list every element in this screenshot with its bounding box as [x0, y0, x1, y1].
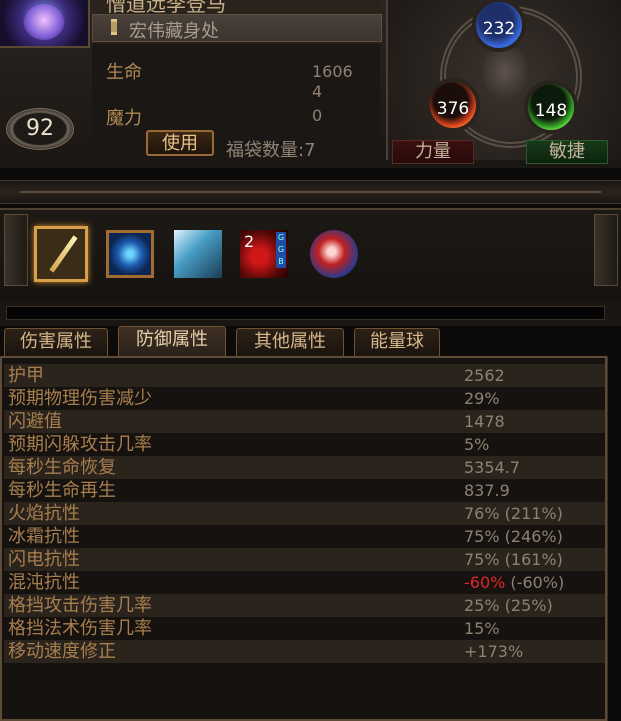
skill-slot-blood[interactable]: 2 G G B [240, 230, 288, 278]
dexterity-label: 敏捷 [526, 140, 608, 164]
tab-other-stats[interactable]: 其他属性 [236, 328, 344, 356]
table-row: 每秒生命恢复 5354.7 [4, 456, 605, 479]
stat-name: 每秒生命再生 [8, 480, 116, 501]
table-row: 闪避值 1478 [4, 410, 605, 433]
stat-name: 冰霜抗性 [8, 526, 80, 547]
table-row: 格挡攻击伤害几率 25% (25%) [4, 594, 605, 617]
negative-value: -60% [464, 573, 506, 592]
stat-value-suffix: (-60%) [505, 573, 565, 592]
intelligence-orb: 232 [472, 0, 526, 52]
stat-value: 837.9 [464, 481, 510, 500]
location-name: 宏伟藏身处 [129, 21, 219, 42]
stat-name: 预期闪躲攻击几率 [8, 434, 152, 455]
character-name: 憎道远李登马 [106, 0, 226, 15]
level-value: 92 [26, 116, 54, 141]
table-row: 格挡法术伤害几率 15% [4, 617, 605, 640]
skill-slot-frost-armor[interactable] [174, 230, 222, 278]
table-row: 预期物理伤害减少 29% [4, 387, 605, 410]
skill-bar-right-cap [594, 214, 618, 286]
table-row: 护甲 2562 [4, 364, 605, 387]
socket-gems-icon: G G B [276, 232, 286, 268]
skill-slot-crimson[interactable] [310, 230, 358, 278]
table-row: 移动速度修正 +173% [4, 640, 605, 663]
stat-value: 15% [464, 619, 500, 638]
character-name-bar: 憎道远李登马 [92, 0, 380, 15]
stat-value: 75% (246%) [464, 527, 563, 546]
mana-label: 魔力 [106, 108, 142, 129]
skill-slot-sword[interactable] [34, 226, 88, 282]
stat-value: 5354.7 [464, 458, 520, 477]
table-row: 冰霜抗性 75% (246%) [4, 525, 605, 548]
stat-value: 25% (25%) [464, 596, 553, 615]
stat-name: 格挡攻击伤害几率 [8, 595, 152, 616]
dexterity-orb: 148 [524, 80, 578, 134]
table-row: 预期闪躲攻击几率 5% [4, 433, 605, 456]
progress-bar [0, 300, 621, 326]
location-marker-icon [111, 19, 117, 35]
stat-name: 格挡法术伤害几率 [8, 618, 152, 639]
strength-orb: 376 [426, 78, 480, 132]
table-row: 火焰抗性 76% (211%) [4, 502, 605, 525]
stat-value: 1478 [464, 412, 505, 431]
stats-scrollbar[interactable] [607, 356, 621, 721]
stat-name: 移动速度修正 [8, 641, 116, 662]
character-portrait[interactable] [0, 0, 90, 48]
stat-value: -60% (-60%) [464, 571, 564, 594]
stat-name: 火焰抗性 [8, 503, 80, 524]
stat-name: 闪避值 [8, 411, 62, 432]
table-row: 混沌抗性 -60% (-60%) [4, 571, 605, 594]
section-divider [0, 180, 621, 204]
tab-damage-stats[interactable]: 伤害属性 [4, 328, 108, 356]
table-row: 每秒生命再生 837.9 [4, 479, 605, 502]
stat-name: 预期物理伤害减少 [8, 388, 152, 409]
skill-slot-ice-orb[interactable] [106, 230, 154, 278]
skill-bar-left-cap [4, 214, 28, 286]
defense-stats-table: 护甲 2562 预期物理伤害减少 29% 闪避值 1478 预期闪躲攻击几率 5… [0, 356, 607, 721]
mana-value: 0 [312, 106, 323, 125]
stat-name: 闪电抗性 [8, 549, 80, 570]
portrait-face-icon [24, 4, 64, 40]
level-badge: 92 [6, 108, 74, 150]
bag-count: 福袋数量:7 [226, 140, 316, 161]
location-bar: 宏伟藏身处 [92, 14, 382, 42]
strength-label: 力量 [392, 140, 474, 164]
stat-value: 76% (211%) [464, 504, 563, 523]
tab-defense-stats[interactable]: 防御属性 [118, 326, 226, 356]
skill-charge-count: 2 [244, 232, 255, 251]
stat-value: 75% (161%) [464, 550, 563, 569]
stat-value: 5% [464, 435, 490, 454]
sword-icon [49, 235, 78, 273]
stat-value: 29% [464, 389, 500, 408]
tab-charges[interactable]: 能量球 [354, 328, 440, 356]
life-value: 1606 [312, 62, 353, 81]
stat-value: +173% [464, 642, 524, 661]
use-button[interactable]: 使用 [146, 130, 214, 156]
table-row: 闪电抗性 75% (161%) [4, 548, 605, 571]
stat-name: 每秒生命恢复 [8, 457, 116, 478]
life-label: 生命 [106, 62, 142, 83]
stat-name: 混沌抗性 [8, 572, 80, 593]
extra-value: 4 [312, 82, 323, 101]
stat-name: 护甲 [8, 365, 44, 386]
stat-value: 2562 [464, 366, 505, 385]
